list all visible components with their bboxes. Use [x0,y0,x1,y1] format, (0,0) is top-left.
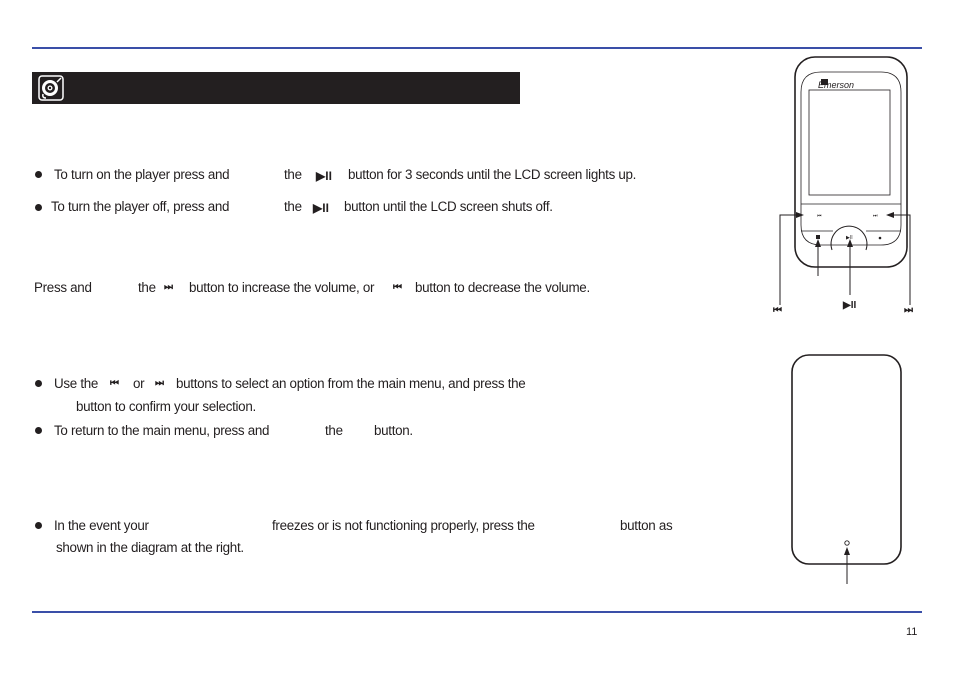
menu-text-2: or [133,376,145,391]
power-on-text-3: button for 3 seconds until the LCD scree… [348,167,637,182]
play-button-label: ▶II [846,235,853,241]
play-pause-label-icon: ▶II [843,300,857,311]
previous-track-icon: ⏮ [110,378,119,389]
reset-text-1: In the event your [54,518,149,533]
menu-text-4: button to confirm your selection. [76,399,256,414]
power-off-text-1: To turn the player off, press and [51,199,230,214]
reset-text-2: freezes or is not functioning properly, … [272,518,535,533]
top-rule [32,47,922,49]
menu-text-1: Use the [54,376,99,391]
menu-button-icon [816,235,820,239]
power-on-text-1: To turn on the player press and [54,167,230,182]
next-track-icon: ⏭ [164,282,173,293]
bullet-icon [35,522,42,529]
bullet-icon [35,427,42,434]
brand-name: Emerson [818,80,855,90]
reset-text-3: button as [620,518,673,533]
bullet-icon [35,204,42,211]
volume-text-4: button to decrease the volume. [415,280,590,295]
disc-icon [38,75,64,101]
volume-text-2: the [138,280,156,295]
power-off-text-2: the [284,199,302,214]
power-off-text-3: button until the LCD screen shuts off. [344,199,553,214]
vol-button-icon [878,236,882,240]
next-button-label: ⏭ [873,213,878,219]
bullet-icon [35,380,42,387]
player-back-diagram [791,354,902,584]
page-number: 11 [906,626,918,638]
reset-text-4: shown in the diagram at the right. [56,540,244,555]
previous-track-label-icon: ⏮ [773,305,782,316]
previous-track-icon: ⏮ [393,282,402,293]
menu-return-text-1: To return to the main menu, press and [54,423,270,438]
bottom-rule [32,611,922,613]
volume-text-1: Press and [34,280,92,295]
player-back-outline [791,354,902,565]
power-on-text-2: the [284,167,302,182]
volume-text-3: button to increase the volume, or [189,280,375,295]
next-track-icon: ⏭ [155,378,164,389]
section-header-bar [32,72,520,104]
menu-return-text-3: button. [374,423,413,438]
prev-button-label: ⏮ [817,213,822,219]
menu-return-text-2: the [325,423,343,438]
play-pause-icon: ▶II [313,201,329,215]
play-pause-icon: ▶II [316,169,332,183]
bullet-icon [35,171,42,178]
next-track-label-icon: ⏭ [904,305,913,316]
lcd-screen [808,89,891,196]
menu-text-3: buttons to select an option from the mai… [176,376,526,391]
